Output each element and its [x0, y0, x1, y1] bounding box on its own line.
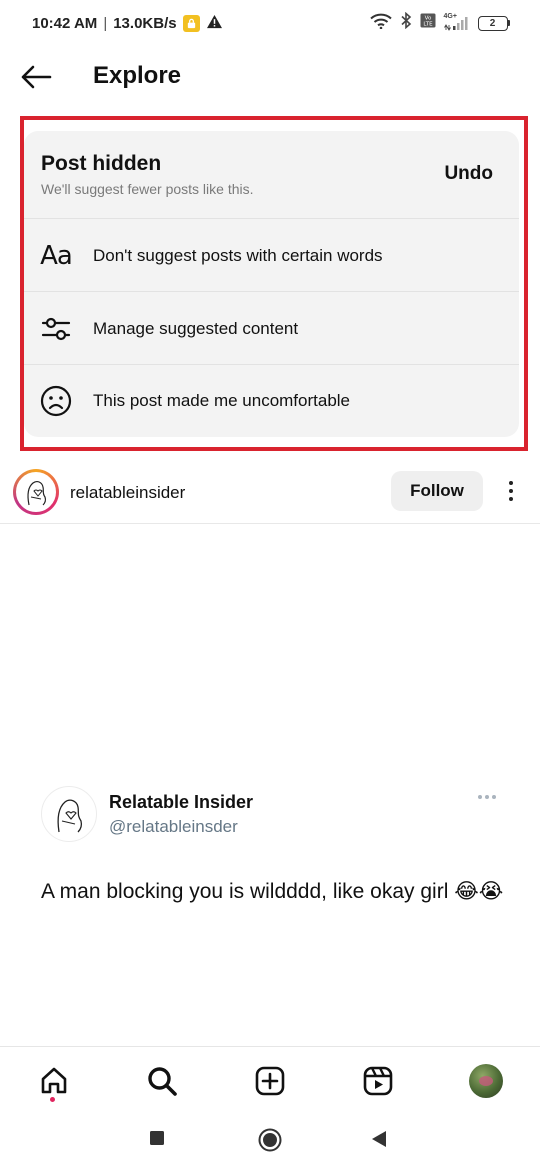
nav-reels[interactable]: [358, 1061, 398, 1101]
profile-avatar: [469, 1064, 503, 1098]
signal-icon: 4G+: [444, 13, 470, 32]
system-nav-bar: [0, 1112, 540, 1170]
card-subtitle: We'll suggest fewer posts like this.: [41, 181, 254, 197]
status-left: 10:42 AM | 13.0KB/s: [32, 14, 223, 33]
tweet-avatar: [41, 786, 97, 842]
card-title: Post hidden: [41, 152, 162, 175]
battery-icon: 2: [477, 15, 510, 31]
bluetooth-icon: [400, 11, 412, 34]
tweet-more-icon: [478, 795, 496, 799]
post-username[interactable]: relatableinsider: [70, 483, 185, 503]
avatar[interactable]: [13, 469, 59, 515]
battery-level: 2: [477, 15, 508, 31]
nav-home[interactable]: [34, 1061, 74, 1101]
search-icon: [148, 1067, 177, 1096]
bottom-nav: [0, 1046, 540, 1112]
notification-dot: [50, 1097, 55, 1102]
card-top: Post hidden We'll suggest fewer posts li…: [24, 131, 519, 219]
lock-icon: [182, 14, 200, 32]
more-options-icon[interactable]: [498, 476, 524, 506]
back-triangle-icon: [372, 1131, 386, 1147]
wifi-icon: [369, 13, 392, 34]
back-button[interactable]: [18, 62, 54, 92]
status-bar: 10:42 AM | 13.0KB/s Vo LTE 4G+ 2: [0, 0, 540, 46]
sad-face-icon: [38, 383, 74, 419]
svg-text:LTE: LTE: [423, 22, 433, 28]
option-label: Don't suggest posts with certain words: [93, 245, 383, 265]
option-manage-content[interactable]: Manage suggested content: [24, 293, 519, 365]
status-speed: 13.0KB/s: [113, 14, 177, 32]
option-uncomfortable[interactable]: This post made me uncomfortable: [24, 365, 519, 437]
undo-button[interactable]: Undo: [444, 163, 493, 185]
tweet-display-name: Relatable Insider: [109, 792, 254, 812]
status-time: 10:42 AM: [32, 14, 98, 32]
status-separator: |: [103, 14, 108, 32]
arrow-left-icon: [21, 65, 52, 89]
battery-tip: [507, 20, 510, 26]
option-certain-words[interactable]: Aa Don't suggest posts with certain word…: [24, 220, 519, 292]
page-title: Explore: [93, 62, 182, 89]
option-label: This post made me uncomfortable: [93, 391, 351, 410]
nav-profile[interactable]: [466, 1061, 506, 1101]
nav-search[interactable]: [142, 1061, 182, 1101]
post-header: relatableinsider Follow: [0, 466, 540, 524]
status-right: Vo LTE 4G+ 2: [369, 11, 510, 34]
alert-icon: [206, 14, 223, 33]
explore-header: Explore: [0, 46, 540, 108]
text-aa-icon: Aa: [40, 240, 73, 271]
option-label: Manage suggested content: [93, 318, 299, 338]
create-icon: [255, 1066, 285, 1096]
home-circle-icon: [258, 1128, 282, 1152]
home-icon: [41, 1067, 67, 1094]
tweet-handle: @relatableinsder: [109, 817, 238, 836]
avatar-image: [16, 472, 56, 512]
recents-button[interactable]: [149, 1130, 165, 1146]
system-back-button[interactable]: [371, 1130, 387, 1148]
reels-icon: [363, 1066, 393, 1096]
follow-button[interactable]: Follow: [391, 471, 483, 511]
nav-create[interactable]: [250, 1061, 290, 1101]
recents-square-icon: [150, 1131, 164, 1145]
system-home-button[interactable]: [258, 1128, 282, 1152]
tweet-text: A man blocking you is wildddd, like okay…: [41, 880, 504, 903]
volte-icon: Vo LTE: [420, 13, 436, 33]
post-hidden-card: Post hidden We'll suggest fewer posts li…: [24, 131, 519, 437]
sliders-icon: [38, 311, 74, 347]
